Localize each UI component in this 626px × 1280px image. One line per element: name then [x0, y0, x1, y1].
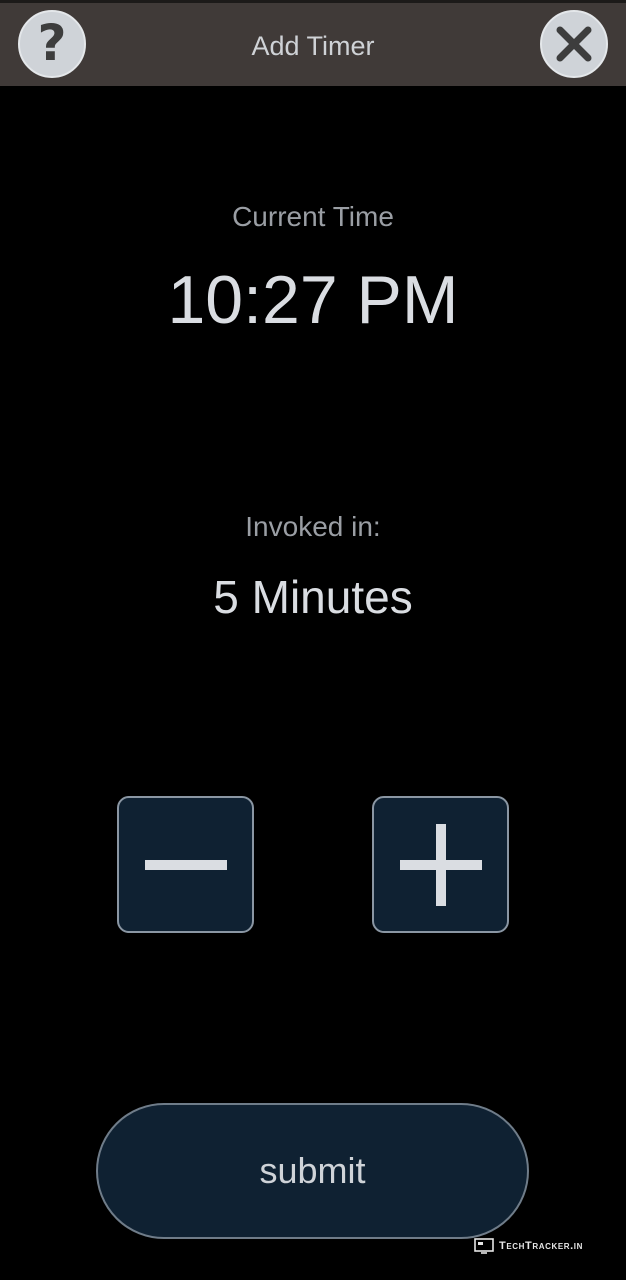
increment-button[interactable] [372, 796, 509, 933]
close-x-icon [556, 26, 592, 62]
decrement-button[interactable] [117, 796, 254, 933]
invoked-duration-value: 5 Minutes [213, 571, 413, 623]
submit-button[interactable]: submit [96, 1103, 529, 1239]
plus-icon [400, 824, 482, 906]
close-button[interactable] [540, 10, 608, 78]
monitor-logo-icon [474, 1238, 494, 1254]
add-timer-screen: ? Add Timer Current Time 10:27 PM Invoke… [0, 0, 626, 1280]
top-app-bar: ? Add Timer [0, 0, 626, 86]
current-time-label: Current Time [232, 201, 394, 232]
watermark: TechTracker.in [474, 1236, 583, 1256]
invoked-in-label: Invoked in: [245, 511, 381, 542]
watermark-text: TechTracker.in [499, 1240, 584, 1252]
current-time-value: 10:27 PM [167, 262, 459, 338]
screen-title: Add Timer [251, 31, 375, 61]
minus-icon [145, 860, 227, 870]
submit-button-label: submit [259, 1150, 366, 1191]
